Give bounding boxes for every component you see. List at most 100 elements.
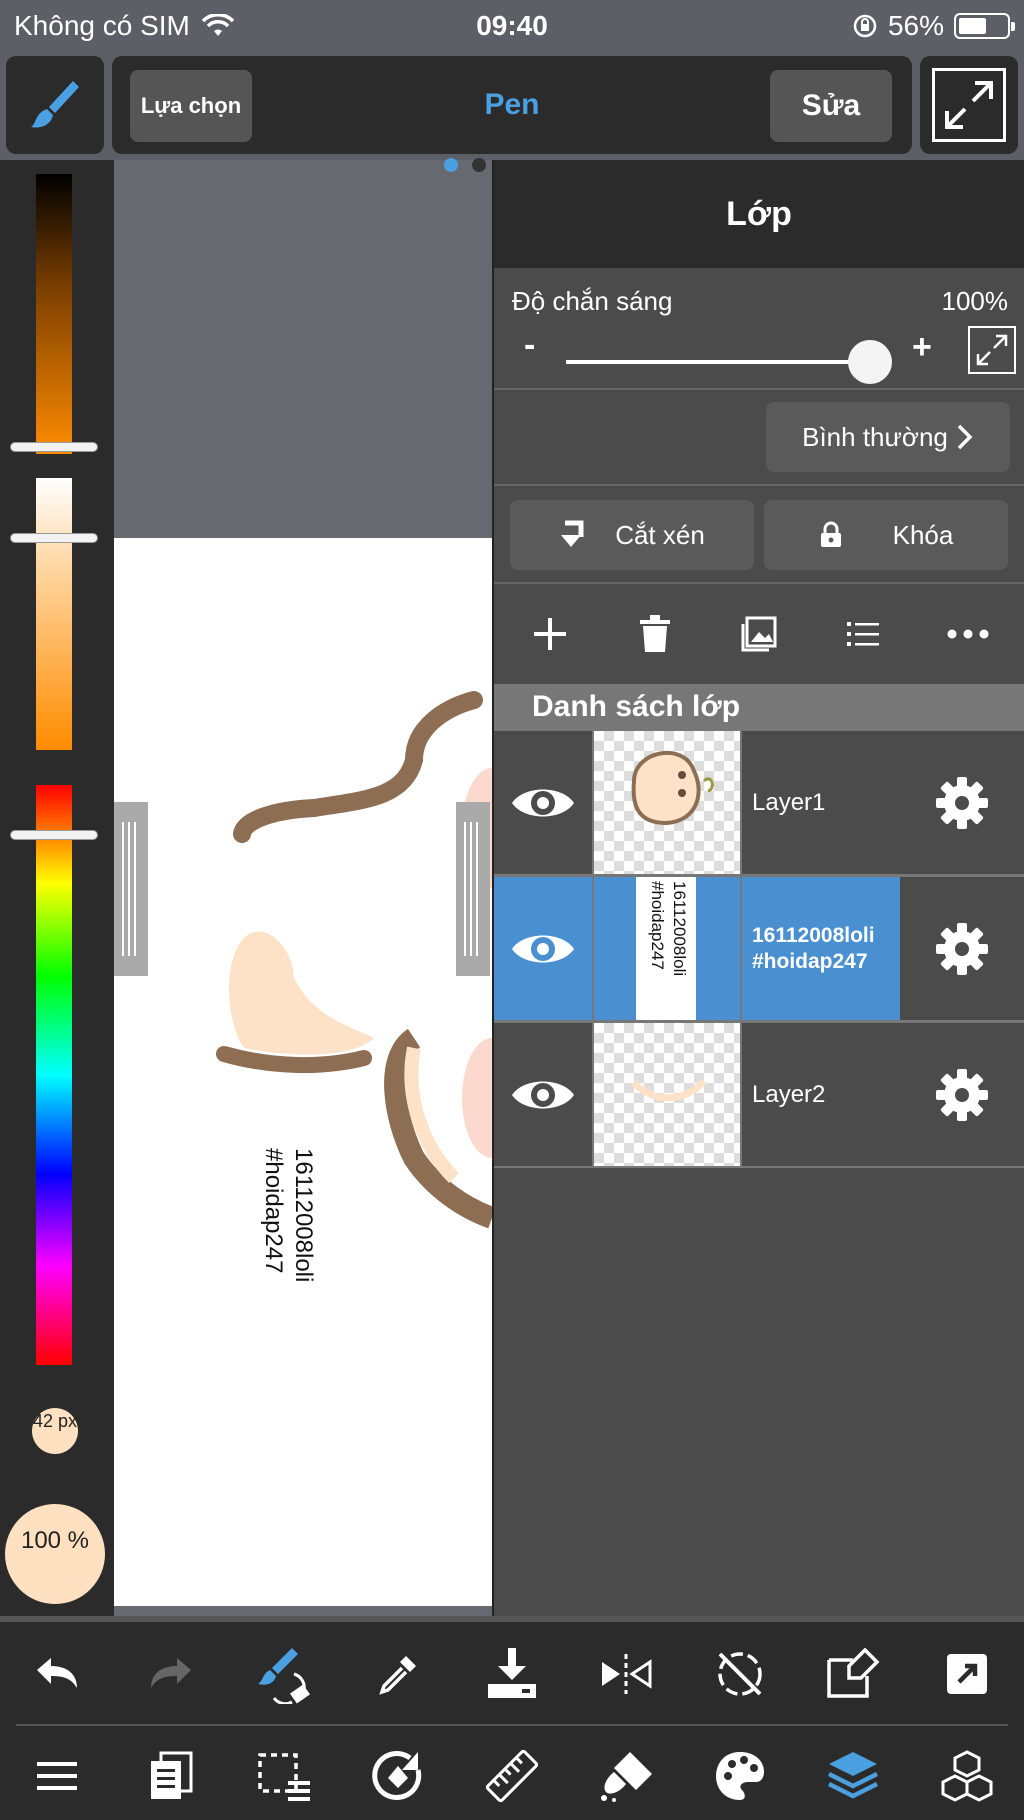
- more-options-button[interactable]: [938, 604, 998, 664]
- brightness-slider[interactable]: [36, 174, 72, 454]
- saturation-slider[interactable]: [36, 478, 72, 750]
- materials-button[interactable]: [910, 1728, 1024, 1820]
- canvas-background: [114, 160, 492, 540]
- brush-size-indicator[interactable]: 42 px: [32, 1408, 78, 1454]
- flip-button[interactable]: [569, 1626, 683, 1722]
- edit-button[interactable]: Sửa: [770, 70, 892, 142]
- layer-row-active[interactable]: 16112008loli #hoidap247 16112008loli #hoid…: [494, 876, 1024, 1022]
- canvas-left-handle[interactable]: [114, 802, 148, 976]
- paint-bucket-icon: [600, 1752, 652, 1802]
- transform-button[interactable]: [796, 1626, 910, 1722]
- opacity-expand-button[interactable]: [968, 326, 1016, 374]
- ruler-icon: [485, 1749, 539, 1803]
- brightness-knob[interactable]: [10, 442, 98, 452]
- edit-box-icon: [827, 1648, 880, 1698]
- toolbar-divider: [16, 1724, 1008, 1726]
- selection-button[interactable]: [228, 1728, 342, 1820]
- clip-arrow-icon: [561, 520, 584, 547]
- clip-button[interactable]: Cắt xén: [510, 500, 754, 570]
- page-dot-active: [444, 158, 458, 172]
- layer-thumbnail: [594, 731, 742, 874]
- fill-tool-button[interactable]: [569, 1728, 683, 1820]
- layer-opacity-section: Độ chắn sáng 100% - +: [494, 268, 1024, 390]
- hue-slider[interactable]: [36, 785, 72, 1365]
- layer-settings-button[interactable]: [900, 1023, 1024, 1166]
- layer-actions: [494, 584, 1024, 684]
- page-indicator: [444, 158, 486, 172]
- layer-name: 16112008loli #hoidap247: [752, 923, 875, 973]
- opacity-label: Độ chắn sáng: [512, 286, 673, 316]
- add-layer-button[interactable]: [520, 604, 580, 664]
- brush-switch-button[interactable]: [228, 1626, 342, 1722]
- blend-mode-section: Bình thường: [494, 390, 1024, 486]
- color-palette-button[interactable]: [683, 1728, 797, 1820]
- layer-visibility-toggle[interactable]: [494, 877, 594, 1020]
- text-thumbnail: 16112008loli #hoidap247: [636, 877, 696, 1020]
- expand-icon: [976, 334, 1008, 366]
- gear-icon: [936, 1068, 988, 1121]
- brush-opacity-indicator[interactable]: 100 %: [5, 1504, 105, 1604]
- layer-visibility-toggle[interactable]: [494, 731, 594, 874]
- opacity-minus-button[interactable]: -: [524, 326, 535, 365]
- canvas-right-handle[interactable]: [456, 802, 490, 976]
- redo-button[interactable]: [114, 1626, 228, 1722]
- opacity-slider-track[interactable]: [566, 360, 866, 364]
- save-button[interactable]: [455, 1626, 569, 1722]
- layer-settings-button[interactable]: [900, 731, 1024, 874]
- canvas-text: 16112008loli #hoidap247: [260, 1148, 317, 1283]
- pages-button[interactable]: [114, 1728, 228, 1820]
- layer-visibility-toggle[interactable]: [494, 1023, 594, 1166]
- undo-icon: [36, 1658, 77, 1688]
- eye-icon: [512, 935, 574, 962]
- gear-icon: [936, 922, 988, 975]
- gear-icon: [936, 776, 988, 829]
- flip-icon: [601, 1654, 652, 1694]
- image-layer-button[interactable]: [729, 604, 789, 664]
- transform-tool-button[interactable]: [341, 1728, 455, 1820]
- plus-icon: [534, 618, 567, 650]
- layer-list-button[interactable]: [833, 604, 893, 664]
- battery-percent: 56%: [887, 10, 944, 41]
- page-dot: [472, 158, 486, 172]
- lock-icon: [820, 521, 841, 547]
- chevron-right-icon: [957, 424, 973, 450]
- drawing-canvas[interactable]: [114, 538, 492, 1608]
- share-button[interactable]: [910, 1626, 1024, 1722]
- blend-mode-button[interactable]: Bình thường: [766, 402, 1010, 472]
- ruler-button[interactable]: [455, 1728, 569, 1820]
- layer-settings-button[interactable]: [900, 877, 1024, 1020]
- lock-button[interactable]: Khóa: [764, 500, 1008, 570]
- opacity-slider-knob[interactable]: [848, 340, 892, 384]
- layers-button[interactable]: [796, 1728, 910, 1820]
- delete-layer-button[interactable]: [625, 604, 685, 664]
- download-icon: [488, 1648, 537, 1698]
- saturation-knob[interactable]: [10, 533, 98, 543]
- action-toolbar: [0, 1626, 1024, 1722]
- opacity-plus-button[interactable]: +: [912, 328, 932, 367]
- menu-button[interactable]: [0, 1728, 114, 1820]
- eyedropper-button[interactable]: [341, 1626, 455, 1722]
- bottom-toolbar: [0, 1616, 1024, 1820]
- layer-name: Layer1: [752, 788, 826, 816]
- rotate-off-icon: [717, 1652, 762, 1696]
- undo-button[interactable]: [0, 1626, 114, 1722]
- rotate-reset-button[interactable]: [683, 1626, 797, 1722]
- rotate-icon: [372, 1751, 422, 1800]
- layer-name: Layer2: [752, 1080, 826, 1108]
- fullscreen-button[interactable]: [920, 56, 1018, 154]
- clip-label: Cắt xén: [615, 519, 705, 550]
- more-icon: [947, 629, 989, 639]
- layer-row[interactable]: Layer1: [494, 730, 1024, 876]
- brush-tool-button[interactable]: [6, 56, 104, 154]
- layer-panel: Lớp Độ chắn sáng 100% - + Bình thường Cắ…: [492, 160, 1024, 1616]
- layer-row[interactable]: Layer2: [494, 1022, 1024, 1168]
- layer-panel-title: Lớp: [494, 160, 1024, 268]
- canvas-drawing: [216, 691, 492, 1229]
- eye-icon: [512, 1081, 574, 1108]
- color-sidebar: 42 px 100 %: [0, 160, 114, 1616]
- hue-knob[interactable]: [10, 830, 98, 840]
- cubes-icon: [941, 1750, 993, 1802]
- canvas-bottom-strip: [114, 1606, 492, 1616]
- eye-icon: [512, 789, 574, 816]
- brush-icon: [31, 81, 79, 128]
